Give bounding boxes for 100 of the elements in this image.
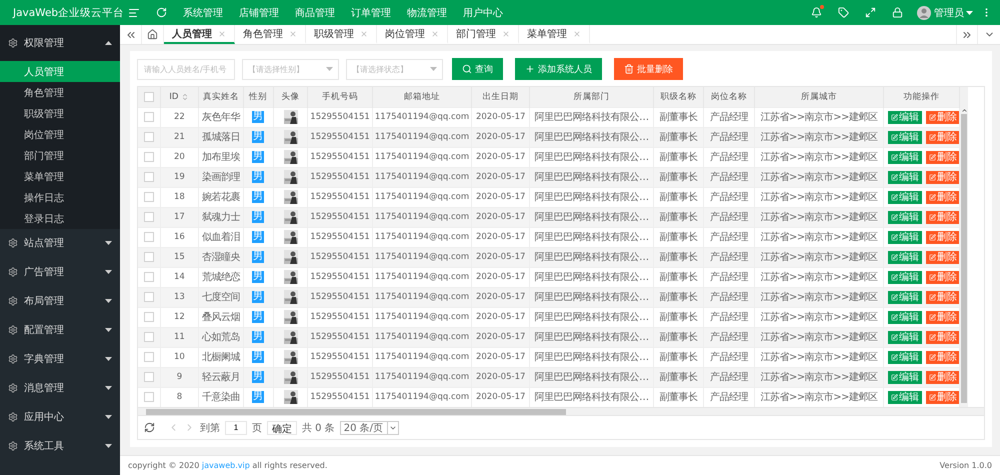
site-link[interactable]: javaweb.vip — [202, 461, 250, 470]
table-cell: 阿里巴巴网络科技有限公… — [534, 252, 649, 263]
menu-icon[interactable] — [128, 6, 140, 18]
nav-link[interactable]: 物流管理 — [407, 6, 447, 20]
checkbox[interactable] — [144, 392, 154, 402]
edit-button[interactable]: 编辑 — [888, 310, 922, 324]
expand-icon[interactable] — [956, 25, 978, 44]
checkbox[interactable] — [144, 192, 154, 202]
confirm-button[interactable]: 确定 — [267, 420, 297, 434]
edit-button[interactable]: 编辑 — [888, 130, 922, 144]
column-header[interactable]: ID — [160, 87, 199, 107]
delete-button[interactable]: 删除 — [926, 190, 958, 204]
tab[interactable]: 角色管理 — [235, 25, 306, 44]
edit-button[interactable]: 编辑 — [888, 250, 922, 264]
delete-button[interactable]: 删除 — [926, 170, 958, 184]
checkbox[interactable] — [144, 112, 154, 122]
close-icon[interactable] — [431, 30, 439, 38]
sidebar-item[interactable]: 角色管理 — [0, 82, 120, 103]
edit-button[interactable]: 编辑 — [888, 190, 922, 204]
sidebar-item[interactable]: 职级管理 — [0, 103, 120, 124]
edit-icon — [929, 134, 936, 140]
delete-button[interactable]: 删除 — [926, 270, 958, 284]
delete-button[interactable]: 删除 — [926, 330, 958, 344]
refresh-icon[interactable] — [144, 422, 155, 433]
close-icon[interactable] — [289, 30, 297, 38]
horizontal-scrollbar[interactable] — [137, 408, 985, 416]
delete-button[interactable]: 删除 — [926, 370, 958, 384]
checkbox[interactable] — [144, 312, 154, 322]
delete-button[interactable]: 批量删除 — [614, 58, 683, 80]
sidebar-item[interactable]: 登录日志 — [0, 208, 120, 229]
delete-button[interactable]: 删除 — [926, 350, 958, 364]
checkbox[interactable] — [144, 372, 154, 382]
edit-button[interactable]: 编辑 — [888, 330, 922, 344]
lock-icon[interactable] — [892, 7, 903, 18]
close-icon[interactable] — [502, 30, 510, 38]
checkbox[interactable] — [144, 152, 154, 162]
delete-button[interactable]: 删除 — [926, 110, 958, 124]
edit-button[interactable]: 编辑 — [888, 150, 922, 164]
checkbox[interactable] — [144, 212, 154, 222]
sidebar-item[interactable]: 人员管理 — [0, 61, 120, 82]
delete-button[interactable]: 删除 — [926, 150, 958, 164]
tab[interactable]: 岗位管理 — [377, 25, 448, 44]
close-icon[interactable] — [218, 30, 226, 38]
checkbox[interactable] — [144, 132, 154, 142]
checkbox[interactable] — [144, 352, 154, 362]
nav-link[interactable]: 商品管理 — [295, 6, 335, 20]
tab[interactable]: 部门管理 — [448, 25, 519, 44]
delete-button[interactable]: 删除 — [926, 310, 958, 324]
edit-button[interactable]: 编辑 — [888, 210, 922, 224]
fullscreen-icon[interactable] — [865, 7, 876, 18]
edit-button[interactable]: 编辑 — [888, 230, 922, 244]
refresh-icon[interactable] — [156, 7, 167, 18]
nav-link[interactable]: 订单管理 — [351, 6, 391, 20]
nav-link[interactable]: 店铺管理 — [239, 6, 279, 20]
sidebar-item[interactable]: 部门管理 — [0, 145, 120, 166]
tab[interactable]: 人员管理 — [164, 25, 235, 44]
edit-button[interactable]: 编辑 — [888, 110, 922, 124]
edit-button[interactable]: 编辑 — [888, 290, 922, 304]
bell-icon[interactable] — [811, 7, 822, 18]
checkbox[interactable] — [144, 332, 154, 342]
status-select[interactable]: 【请选择状态】 — [346, 58, 443, 80]
edit-button[interactable]: 编辑 — [888, 370, 922, 384]
checkbox[interactable] — [144, 232, 154, 242]
delete-button[interactable]: 删除 — [926, 130, 958, 144]
scrollbar[interactable] — [960, 87, 968, 407]
page-size-select[interactable]: 20 条/页 — [340, 420, 400, 434]
edit-button[interactable]: 编辑 — [888, 170, 922, 184]
tab[interactable]: 菜单管理 — [519, 25, 590, 44]
add-button[interactable]: 添加系统人员 — [515, 58, 602, 80]
delete-button[interactable]: 删除 — [926, 210, 958, 224]
close-icon[interactable] — [360, 30, 368, 38]
search-field[interactable]: 请输入人员姓名/手机号 — [137, 58, 235, 80]
chevron-up-icon[interactable] — [960, 107, 968, 114]
sort-icon[interactable] — [181, 92, 190, 101]
nav-link[interactable]: 用户中心 — [463, 6, 503, 20]
gender-select[interactable]: 【请选择性别】 — [242, 58, 339, 80]
user-name[interactable]: 管理员 — [934, 6, 964, 20]
sidebar-item[interactable]: 菜单管理 — [0, 166, 120, 187]
checkbox[interactable] — [144, 292, 154, 302]
checkbox[interactable] — [144, 92, 154, 102]
tag-icon[interactable] — [838, 7, 849, 18]
checkbox[interactable] — [144, 272, 154, 282]
checkbox[interactable] — [144, 172, 154, 182]
edit-button[interactable]: 编辑 — [888, 270, 922, 284]
sidebar-group[interactable]: 权限管理 — [0, 25, 120, 61]
close-icon[interactable] — [573, 30, 581, 38]
delete-button[interactable]: 删除 — [926, 290, 958, 304]
delete-button[interactable]: 删除 — [926, 390, 958, 404]
checkbox[interactable] — [144, 252, 154, 262]
edit-button[interactable]: 编辑 — [888, 350, 922, 364]
tab[interactable]: 职级管理 — [306, 25, 377, 44]
nav-link[interactable]: 系统管理 — [183, 6, 223, 20]
edit-button[interactable]: 编辑 — [888, 390, 922, 404]
search-button[interactable]: 查询 — [452, 58, 503, 80]
delete-button[interactable]: 删除 — [926, 250, 958, 264]
sidebar-item[interactable]: 操作日志 — [0, 187, 120, 208]
edit-icon — [891, 334, 898, 340]
sidebar-item[interactable]: 岗位管理 — [0, 124, 120, 145]
page-field[interactable]: 1 — [225, 420, 247, 434]
delete-button[interactable]: 删除 — [926, 230, 958, 244]
